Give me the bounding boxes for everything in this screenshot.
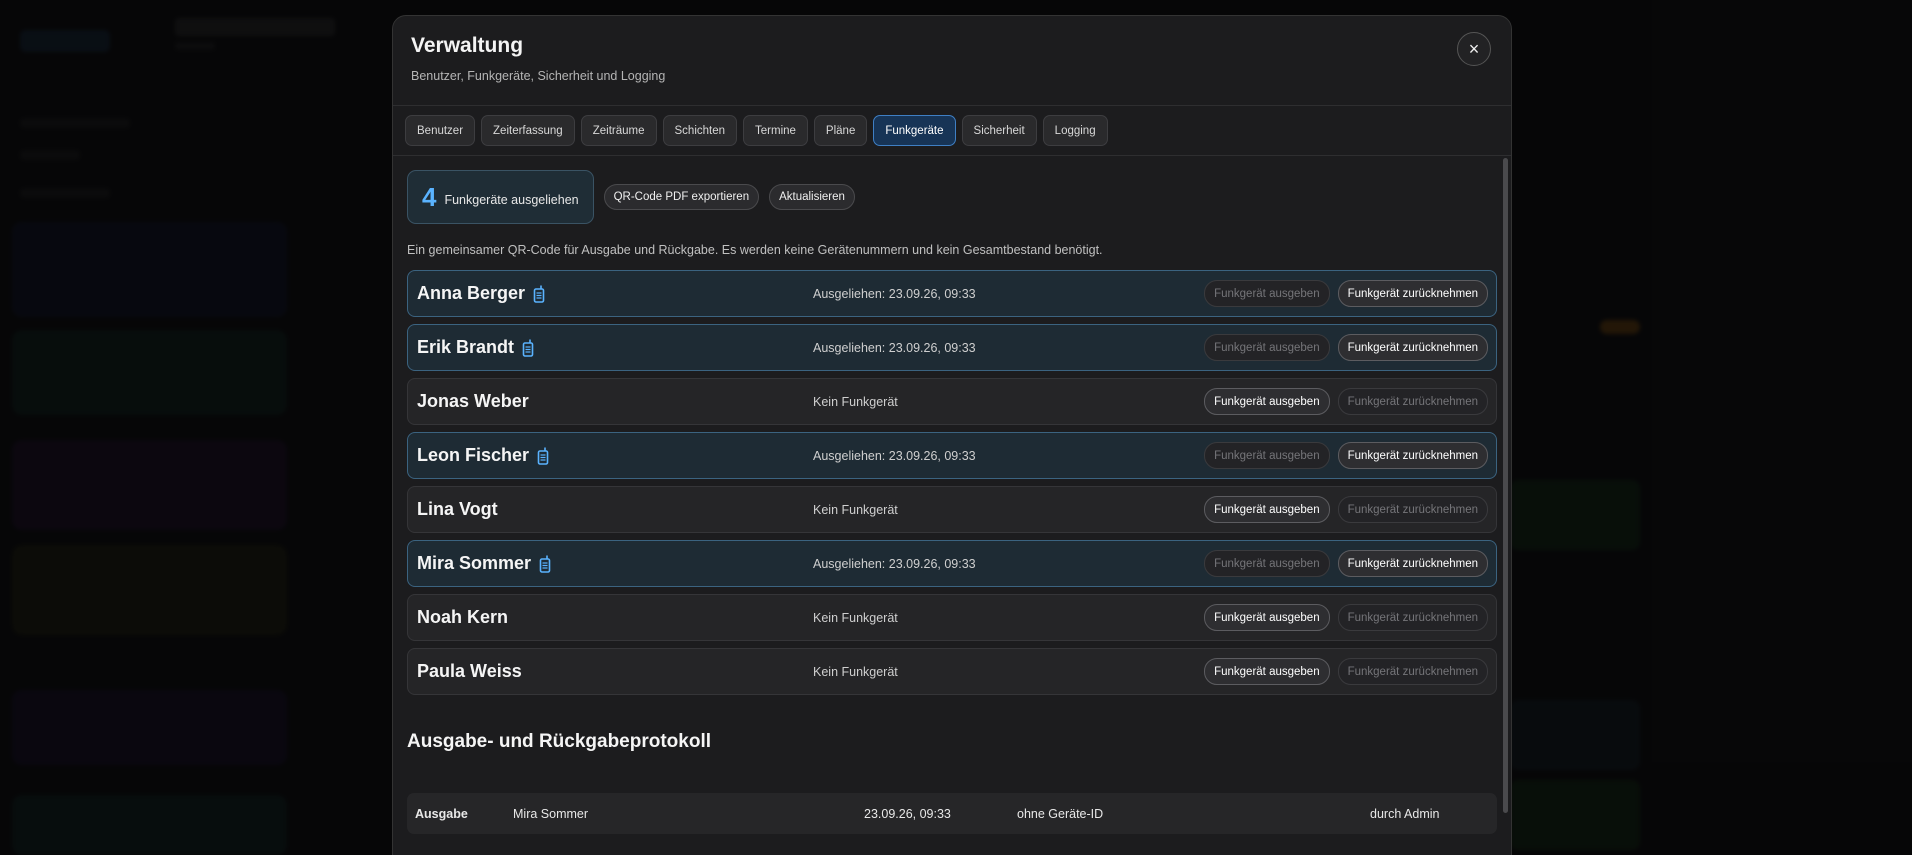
return-radio-button[interactable]: Funkgerät zurücknehmen — [1337, 658, 1488, 685]
issue-radio-button[interactable]: Funkgerät ausgeben — [1204, 604, 1330, 631]
tab-schichten[interactable]: Schichten — [662, 115, 738, 146]
person-row: Noah Kern Kein Funkgerät Funkgerät ausgebe… — [407, 594, 1497, 641]
person-name-text: Leon Fischer — [417, 445, 530, 465]
issue-radio-button[interactable]: Funkgerät ausgeben — [1204, 442, 1330, 469]
log-list: Ausgabe Mira Sommer 23.09.26, 09:33 ohne Ge… — [407, 793, 1497, 834]
export-qr-pdf-button[interactable]: QR-Code PDF exportieren — [603, 184, 760, 210]
person-row: Lina Vogt Kein Funkgerät Funkgerät ausgebe… — [407, 486, 1497, 533]
tab-plaene[interactable]: Pläne — [813, 115, 868, 146]
person-row: Jonas Weber Kein Funkgerät Funkgerät ausge… — [407, 378, 1497, 425]
rented-count-badge: 4 Funkgeräte ausgeliehen — [407, 170, 594, 224]
modal-subtitle: Benutzer, Funkgeräte, Sicherheit und Log… — [411, 69, 666, 83]
log-time: 23.09.26, 09:33 — [864, 806, 951, 821]
person-name: Mira Sommer — [417, 553, 813, 574]
tab-bar: Benutzer Zeiterfassung Zeiträume Schicht… — [393, 106, 1511, 156]
person-actions: Funkgerät ausgeben Funkgerät zurücknehmen — [1204, 442, 1488, 469]
return-radio-button[interactable]: Funkgerät zurücknehmen — [1337, 280, 1488, 307]
radio-device-icon — [537, 447, 549, 465]
loan-status: Kein Funkgerät — [813, 664, 898, 679]
tab-funkgeraete[interactable]: Funkgeräte — [873, 115, 956, 146]
people-list: Anna Berger Ausgeliehen: 23.09.26, 09:33 F… — [407, 270, 1497, 695]
person-actions: Funkgerät ausgeben Funkgerät zurücknehmen — [1204, 280, 1488, 307]
loan-status: Ausgeliehen: 23.09.26, 09:33 — [813, 286, 976, 301]
issue-radio-button[interactable]: Funkgerät ausgeben — [1204, 280, 1330, 307]
tab-logging[interactable]: Logging — [1042, 115, 1108, 146]
return-radio-button[interactable]: Funkgerät zurücknehmen — [1337, 442, 1488, 469]
log-actor: durch Admin — [1370, 806, 1440, 821]
person-actions: Funkgerät ausgeben Funkgerät zurücknehmen — [1204, 604, 1488, 631]
person-actions: Funkgerät ausgeben Funkgerät zurücknehmen — [1204, 550, 1488, 577]
person-name-text: Mira Sommer — [417, 553, 532, 573]
issue-radio-button[interactable]: Funkgerät ausgeben — [1204, 334, 1330, 361]
person-name-text: Lina Vogt — [417, 499, 498, 519]
return-radio-button[interactable]: Funkgerät zurücknehmen — [1337, 604, 1488, 631]
issue-radio-button[interactable]: Funkgerät ausgeben — [1204, 550, 1330, 577]
tab-zeiterfassung[interactable]: Zeiterfassung — [481, 115, 575, 146]
person-name: Erik Brandt — [417, 337, 813, 358]
log-row: Ausgabe Mira Sommer 23.09.26, 09:33 ohne Ge… — [407, 793, 1497, 834]
person-name: Noah Kern — [417, 607, 813, 628]
scrollbar[interactable] — [1503, 158, 1508, 813]
tab-zeitraeume[interactable]: Zeiträume — [580, 115, 657, 146]
log-section-title: Ausgabe- und Rückgabeprotokoll — [407, 731, 712, 752]
tab-termine[interactable]: Termine — [743, 115, 808, 146]
radio-device-icon — [522, 339, 534, 357]
issue-radio-button[interactable]: Funkgerät ausgeben — [1204, 388, 1330, 415]
return-radio-button[interactable]: Funkgerät zurücknehmen — [1337, 496, 1488, 523]
rented-count-label: Funkgeräte ausgeliehen — [444, 193, 579, 207]
log-type: Ausgabe — [415, 806, 468, 821]
log-device: ohne Geräte-ID — [1017, 806, 1104, 821]
issue-radio-button[interactable]: Funkgerät ausgeben — [1204, 496, 1330, 523]
person-row: Leon Fischer Ausgeliehen: 23.09.26, 09:33… — [407, 432, 1497, 479]
return-radio-button[interactable]: Funkgerät zurücknehmen — [1337, 388, 1488, 415]
person-actions: Funkgerät ausgeben Funkgerät zurücknehmen — [1204, 658, 1488, 685]
loan-status: Kein Funkgerät — [813, 502, 898, 517]
loan-status: Ausgeliehen: 23.09.26, 09:33 — [813, 448, 976, 463]
stats-row: 4 Funkgeräte ausgeliehen QR-Code PDF exp… — [407, 170, 1497, 224]
log-person: Mira Sommer — [513, 806, 589, 821]
return-radio-button[interactable]: Funkgerät zurücknehmen — [1337, 550, 1488, 577]
person-actions: Funkgerät ausgeben Funkgerät zurücknehmen — [1204, 388, 1488, 415]
person-row: Anna Berger Ausgeliehen: 23.09.26, 09:33 F… — [407, 270, 1497, 317]
person-name: Leon Fischer — [417, 445, 813, 466]
person-name: Anna Berger — [417, 283, 813, 304]
loan-status: Ausgeliehen: 23.09.26, 09:33 — [813, 340, 976, 355]
person-name-text: Erik Brandt — [417, 337, 515, 357]
tab-benutzer[interactable]: Benutzer — [405, 115, 476, 146]
info-text: Ein gemeinsamer QR-Code für Ausgabe und … — [407, 243, 1103, 257]
rented-count: 4 — [422, 181, 437, 212]
person-row: Paula Weiss Kein Funkgerät Funkgerät ausge… — [407, 648, 1497, 695]
return-radio-button[interactable]: Funkgerät zurücknehmen — [1337, 334, 1488, 361]
person-name: Paula Weiss — [417, 661, 813, 682]
loan-status: Kein Funkgerät — [813, 610, 898, 625]
person-name: Lina Vogt — [417, 499, 813, 520]
person-name-text: Noah Kern — [417, 607, 509, 627]
tab-sicherheit[interactable]: Sicherheit — [961, 115, 1037, 146]
loan-status: Ausgeliehen: 23.09.26, 09:33 — [813, 556, 976, 571]
person-actions: Funkgerät ausgeben Funkgerät zurücknehmen — [1204, 334, 1488, 361]
issue-radio-button[interactable]: Funkgerät ausgeben — [1204, 658, 1330, 685]
admin-modal: Verwaltung Benutzer, Funkgeräte, Sicherh… — [392, 15, 1512, 855]
modal-title: Verwaltung — [411, 34, 524, 57]
person-actions: Funkgerät ausgeben Funkgerät zurücknehmen — [1204, 496, 1488, 523]
close-button[interactable]: × — [1457, 32, 1491, 66]
modal-header: Verwaltung Benutzer, Funkgeräte, Sicherh… — [393, 16, 1511, 106]
close-icon: × — [1468, 39, 1480, 59]
radio-device-icon — [533, 285, 545, 303]
tab-content: 4 Funkgeräte ausgeliehen QR-Code PDF exp… — [393, 156, 1511, 855]
radio-device-icon — [539, 555, 551, 573]
loan-status: Kein Funkgerät — [813, 394, 898, 409]
person-row: Erik Brandt Ausgeliehen: 23.09.26, 09:33 F… — [407, 324, 1497, 371]
person-name-text: Anna Berger — [417, 283, 526, 303]
person-name-text: Paula Weiss — [417, 661, 522, 681]
refresh-button[interactable]: Aktualisieren — [769, 184, 855, 210]
person-row: Mira Sommer Ausgeliehen: 23.09.26, 09:33 F… — [407, 540, 1497, 587]
person-name-text: Jonas Weber — [417, 391, 529, 411]
person-name: Jonas Weber — [417, 391, 813, 412]
